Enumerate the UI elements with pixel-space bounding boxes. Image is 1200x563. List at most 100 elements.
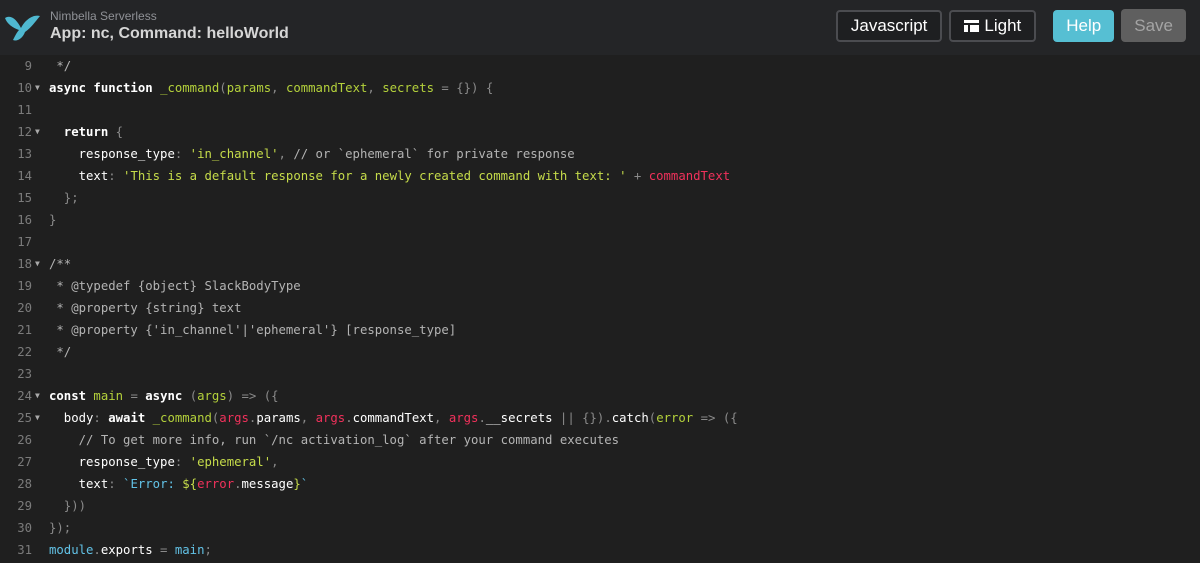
code-token: = [123,389,146,403]
layout-icon [964,20,980,32]
code-text: async function _command(params, commandT… [49,77,493,99]
fold-arrow-icon[interactable]: ▼ [35,253,40,275]
line-number: 12 [17,125,32,139]
code-token: args [197,389,227,403]
code-token: 'This is a default response for a newly … [123,169,627,183]
fold-arrow-icon[interactable]: ▼ [35,385,40,407]
line-number: 31 [17,543,32,557]
code-token: args [315,411,346,425]
language-label: Javascript [850,16,928,35]
code-token: . [234,477,242,491]
code-text: */ [49,341,71,363]
code-token: : [108,169,124,183]
brand-name: Nimbella Serverless [50,9,157,23]
code-token: */ [49,345,72,359]
fold-arrow-icon[interactable]: ▼ [35,121,40,143]
code-token: params [226,81,272,95]
line-number: 25 [17,411,32,425]
line-number: 27 [17,455,32,469]
code-text: * @typedef {object} SlackBodyType [49,275,301,297]
code-editor[interactable]: 9 */10 ▼ async function _command(params, c… [0,55,1200,563]
code-text: const main = async (args) => ({ [49,385,279,407]
code-token: async function [49,81,161,95]
code-token: 'ephemeral' [189,455,272,469]
save-label: Save [1134,15,1173,35]
line-number: 18 [17,257,32,271]
code-token: . [345,411,353,425]
code-token: }; [49,191,79,205]
code-token: } [49,213,57,227]
code-token: = {}) { [434,81,494,95]
code-token: args [219,411,249,425]
code-text: }); [49,517,71,539]
code-token: text [49,477,109,491]
code-token: ; [204,543,212,557]
fold-arrow-icon[interactable]: ▼ [35,407,40,429]
toolbar: Javascript Light Help Save [835,9,1186,42]
line-number: 23 [17,367,32,381]
line-number: 29 [17,499,32,513]
code-token: commandText [352,411,435,425]
line-number: 21 [17,323,32,337]
code-token: response_type [49,455,175,469]
code-text: response_type: 'in_channel', // or `ephe… [49,143,575,165]
code-token: : [174,147,190,161]
code-token: main [93,389,124,403]
code-token: body [49,411,94,425]
code-token: ` [300,477,309,491]
code-token: }); [49,521,72,535]
help-label: Help [1066,16,1102,35]
code-text: body: await _command(args.params, args.c… [49,407,738,429]
code-token: secrets [382,81,435,95]
help-button[interactable]: Help [1053,10,1115,42]
code-token: `Error: [123,477,183,491]
line-number: 22 [17,345,32,359]
code-token: })) [49,499,87,513]
language-button[interactable]: Javascript [835,10,943,42]
code-token: 'in_channel' [189,147,279,161]
line-number: 19 [17,279,32,293]
code-token: ${ [182,477,198,491]
code-token: * @property {string} text [49,301,242,315]
code-token: , [271,81,286,95]
code-token: ( [189,389,198,403]
code-text: // To get more info, run `/nc activation… [49,429,619,451]
code-token: = [152,543,175,557]
code-text: }; [49,187,79,209]
save-button[interactable]: Save [1121,9,1186,42]
code-token: { [115,125,124,139]
code-token: , [367,81,383,95]
code-text: /** [49,253,71,275]
code-token: } [293,477,301,491]
code-token: main [174,543,205,557]
line-number: 14 [17,169,32,183]
page-title: App: nc, Command: helloWorld [50,25,289,42]
line-number: 17 [17,235,32,249]
code-token: error [656,411,694,425]
code-token: async [145,389,190,403]
code-token: __secrets [485,411,553,425]
code-token: + [626,169,649,183]
theme-button[interactable]: Light [949,10,1037,42]
code-token: , [300,411,316,425]
code-text: })) [49,495,86,517]
code-token: message [241,477,294,491]
code-token: * @typedef {object} SlackBodyType [49,279,301,293]
code-text: } [49,209,56,231]
code-token: */ [49,59,72,73]
code-token: response_type [49,147,175,161]
code-text: return { [49,121,123,143]
line-number: 30 [17,521,32,535]
code-token: params [256,411,301,425]
line-number: 9 [24,59,32,73]
code-token: module [49,543,94,557]
code-token: exports [100,543,153,557]
theme-label: Light [984,16,1022,35]
code-token: || {}) [552,411,605,425]
line-number: 28 [17,477,32,491]
code-text: module.exports = main; [49,539,212,561]
code-token: . [604,411,612,425]
code-token: => ({ [693,411,738,425]
fold-arrow-icon[interactable]: ▼ [35,77,40,99]
code-text: * @property {'in_channel'|'ephemeral'} [… [49,319,456,341]
